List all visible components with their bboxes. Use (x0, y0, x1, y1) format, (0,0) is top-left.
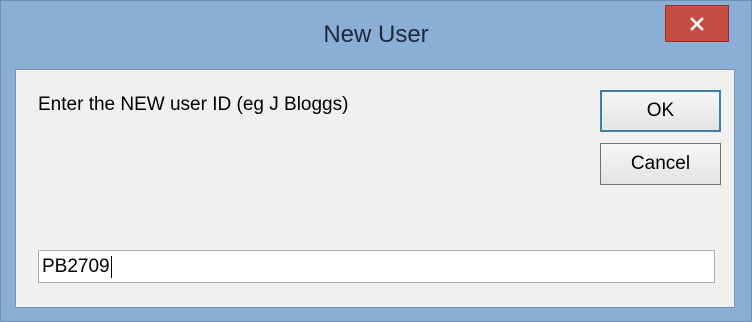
text-caret (110, 255, 112, 278)
dialog-title: New User (323, 21, 429, 48)
title-bar[interactable]: New User (1, 1, 751, 76)
close-x-icon (690, 16, 704, 31)
close-button[interactable] (665, 5, 729, 42)
ok-button[interactable]: OK (600, 90, 721, 132)
dialog-body: Enter the NEW user ID (eg J Bloggs) OK C… (15, 69, 735, 308)
new-user-dialog: New User Enter the NEW user ID (eg J Blo… (0, 0, 752, 322)
user-id-input[interactable]: PB2709 (38, 250, 715, 283)
cancel-button[interactable]: Cancel (600, 143, 721, 185)
user-id-value: PB2709 (42, 256, 110, 277)
prompt-label: Enter the NEW user ID (eg J Bloggs) (38, 94, 349, 115)
